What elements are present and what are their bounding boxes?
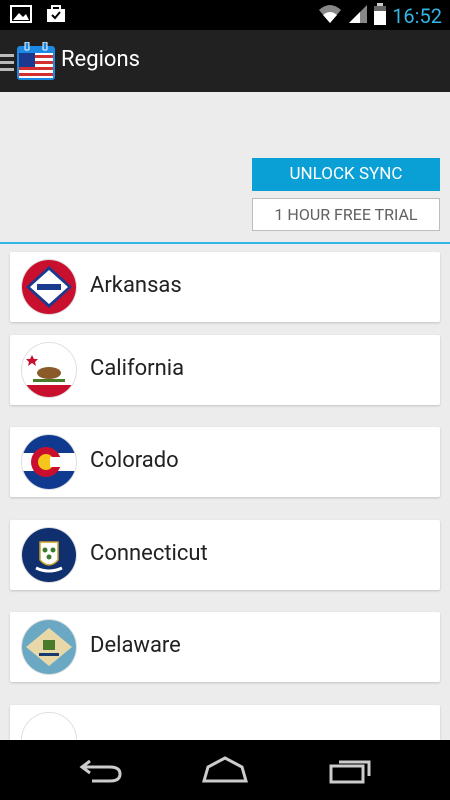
home-icon[interactable] (200, 755, 250, 789)
wifi-icon (318, 4, 342, 28)
navigation-bar (0, 740, 450, 800)
menu-icon[interactable] (0, 54, 14, 75)
signal-icon (348, 4, 368, 28)
list-item[interactable]: Colorado (10, 427, 440, 497)
briefcase-icon (46, 5, 66, 27)
connecticut-flag-icon (22, 528, 76, 582)
back-icon[interactable] (78, 755, 124, 789)
region-name: Colorado (90, 448, 179, 473)
battery-icon (374, 3, 387, 29)
region-name: Delaware (90, 633, 181, 658)
list-item[interactable]: California (10, 335, 440, 405)
list-item[interactable]: Delaware (10, 612, 440, 682)
page-title: Regions (61, 47, 140, 72)
colorado-flag-icon (22, 435, 76, 489)
delaware-flag-icon (22, 620, 76, 674)
sync-panel: UNLOCK SYNC 1 HOUR FREE TRIAL (0, 92, 450, 244)
california-flag-icon (22, 343, 76, 397)
list-item[interactable]: Connecticut (10, 520, 440, 590)
action-bar: Regions (0, 30, 450, 92)
gallery-icon (10, 5, 32, 27)
list-item[interactable]: Arkansas (10, 252, 440, 322)
list-item[interactable] (10, 705, 440, 740)
region-name: Connecticut (90, 541, 208, 566)
clock: 16:52 (392, 4, 442, 28)
partial-flag-icon (22, 713, 76, 740)
free-trial-button[interactable]: 1 HOUR FREE TRIAL (252, 198, 440, 231)
region-name: California (90, 356, 185, 381)
arkansas-flag-icon (22, 260, 76, 314)
status-bar: 16:52 (0, 0, 450, 30)
calendar-flag-icon[interactable] (17, 41, 55, 84)
unlock-sync-button[interactable]: UNLOCK SYNC (252, 158, 440, 191)
recent-apps-icon[interactable] (328, 755, 374, 789)
content-area: UNLOCK SYNC 1 HOUR FREE TRIAL Arkansas C… (0, 92, 450, 740)
region-name: Arkansas (90, 273, 182, 298)
